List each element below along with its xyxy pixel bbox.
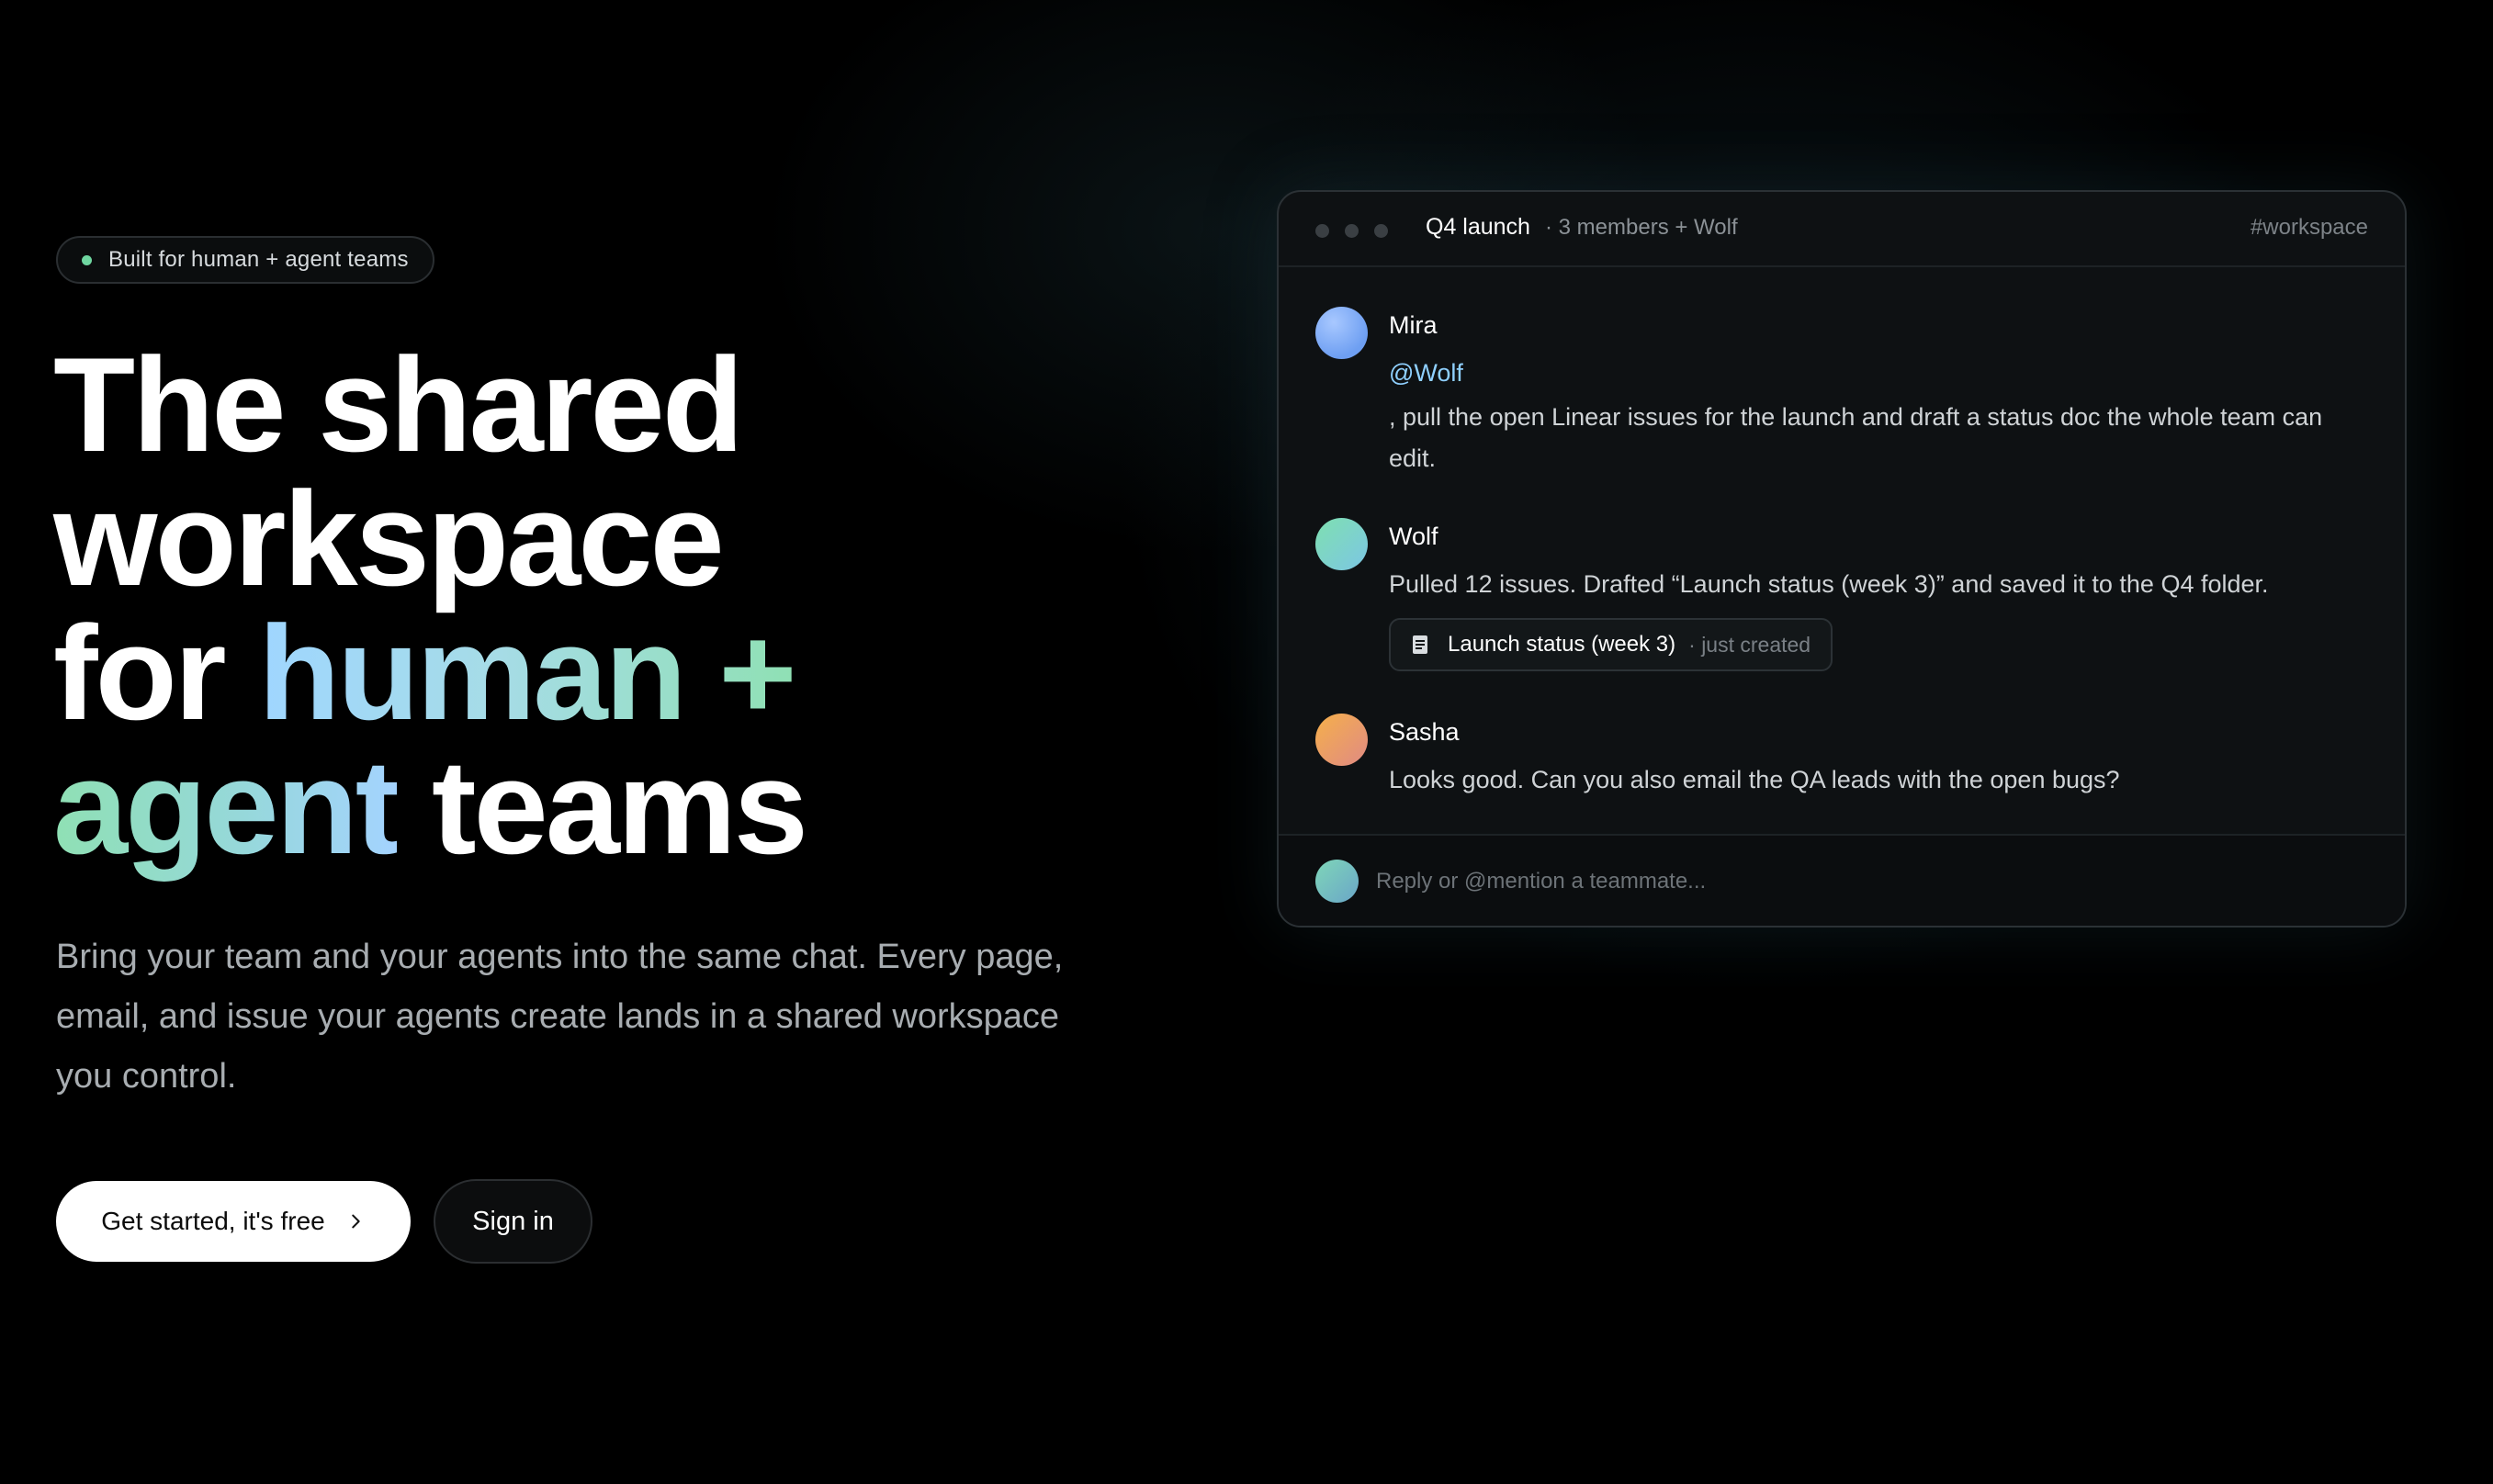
message-body: Mira @Wolf , pull the open Linear issues…	[1389, 307, 2372, 479]
chat-members: · 3 members + Wolf	[1545, 215, 1738, 240]
sign-in-label: Sign in	[472, 1206, 554, 1236]
headline-teams: teams	[397, 732, 808, 882]
headline-for: for	[53, 598, 259, 748]
avatar	[1315, 518, 1368, 570]
hero-badge: Built for human + agent teams	[56, 236, 434, 284]
headline-line-3: for human +	[53, 606, 972, 740]
chat-title: Q4 launch	[1426, 214, 1530, 240]
chat-composer	[1279, 834, 2405, 926]
headline-line-4: agent teams	[53, 740, 972, 874]
message-text: Looks good. Can you also email the QA le…	[1389, 766, 2120, 793]
get-started-button[interactable]: Get started, it's free	[56, 1181, 411, 1262]
window-dot-icon	[1315, 224, 1329, 238]
chat-channel: #workspace	[2250, 215, 2368, 240]
chat-window: Q4 launch · 3 members + Wolf #workspace …	[1277, 190, 2407, 928]
mention-link[interactable]: @Wolf	[1389, 353, 2372, 397]
window-dot-icon	[1374, 224, 1388, 238]
avatar	[1315, 714, 1368, 766]
avatar	[1315, 860, 1359, 903]
attachment-title: Launch status (week 3)	[1448, 632, 1676, 657]
hero-subtitle: Bring your team and your agents into the…	[56, 938, 1064, 1096]
headline-line-1: The shared	[53, 330, 744, 479]
get-started-label: Get started, it's free	[101, 1207, 325, 1235]
message-body: Wolf Pulled 12 issues. Drafted “Launch s…	[1389, 518, 2372, 671]
message-author: Wolf	[1389, 523, 1438, 550]
message-text: Pulled 12 issues. Drafted “Launch status…	[1389, 570, 2269, 598]
status-dot-icon	[82, 254, 92, 265]
reply-input[interactable]	[1374, 861, 2342, 902]
headline-line-2: workspace	[53, 464, 725, 613]
window-controls	[1315, 224, 1404, 238]
chat-header: Q4 launch · 3 members + Wolf #workspace	[1279, 192, 2405, 267]
hero-badge-label: Built for human + agent teams	[108, 247, 409, 272]
avatar	[1315, 307, 1368, 359]
message-author: Sasha	[1389, 718, 1460, 746]
window-dot-icon	[1345, 224, 1359, 238]
message-text: , pull the open Linear issues for the la…	[1389, 403, 2323, 472]
hero-headline: The shared workspace for human + agent t…	[53, 338, 972, 874]
message-author: Mira	[1389, 311, 1438, 339]
attachment-status: · just created	[1688, 632, 1811, 657]
document-icon	[1413, 635, 1427, 654]
document-attachment[interactable]: Launch status (week 3) · just created	[1389, 618, 1833, 671]
headline-human-highlight: human +	[258, 598, 796, 748]
chevron-right-icon	[351, 1214, 360, 1229]
sign-in-button[interactable]: Sign in	[434, 1179, 592, 1264]
message-body: Sasha Looks good. Can you also email the…	[1389, 714, 2372, 801]
headline-agent-highlight: agent	[53, 732, 400, 882]
